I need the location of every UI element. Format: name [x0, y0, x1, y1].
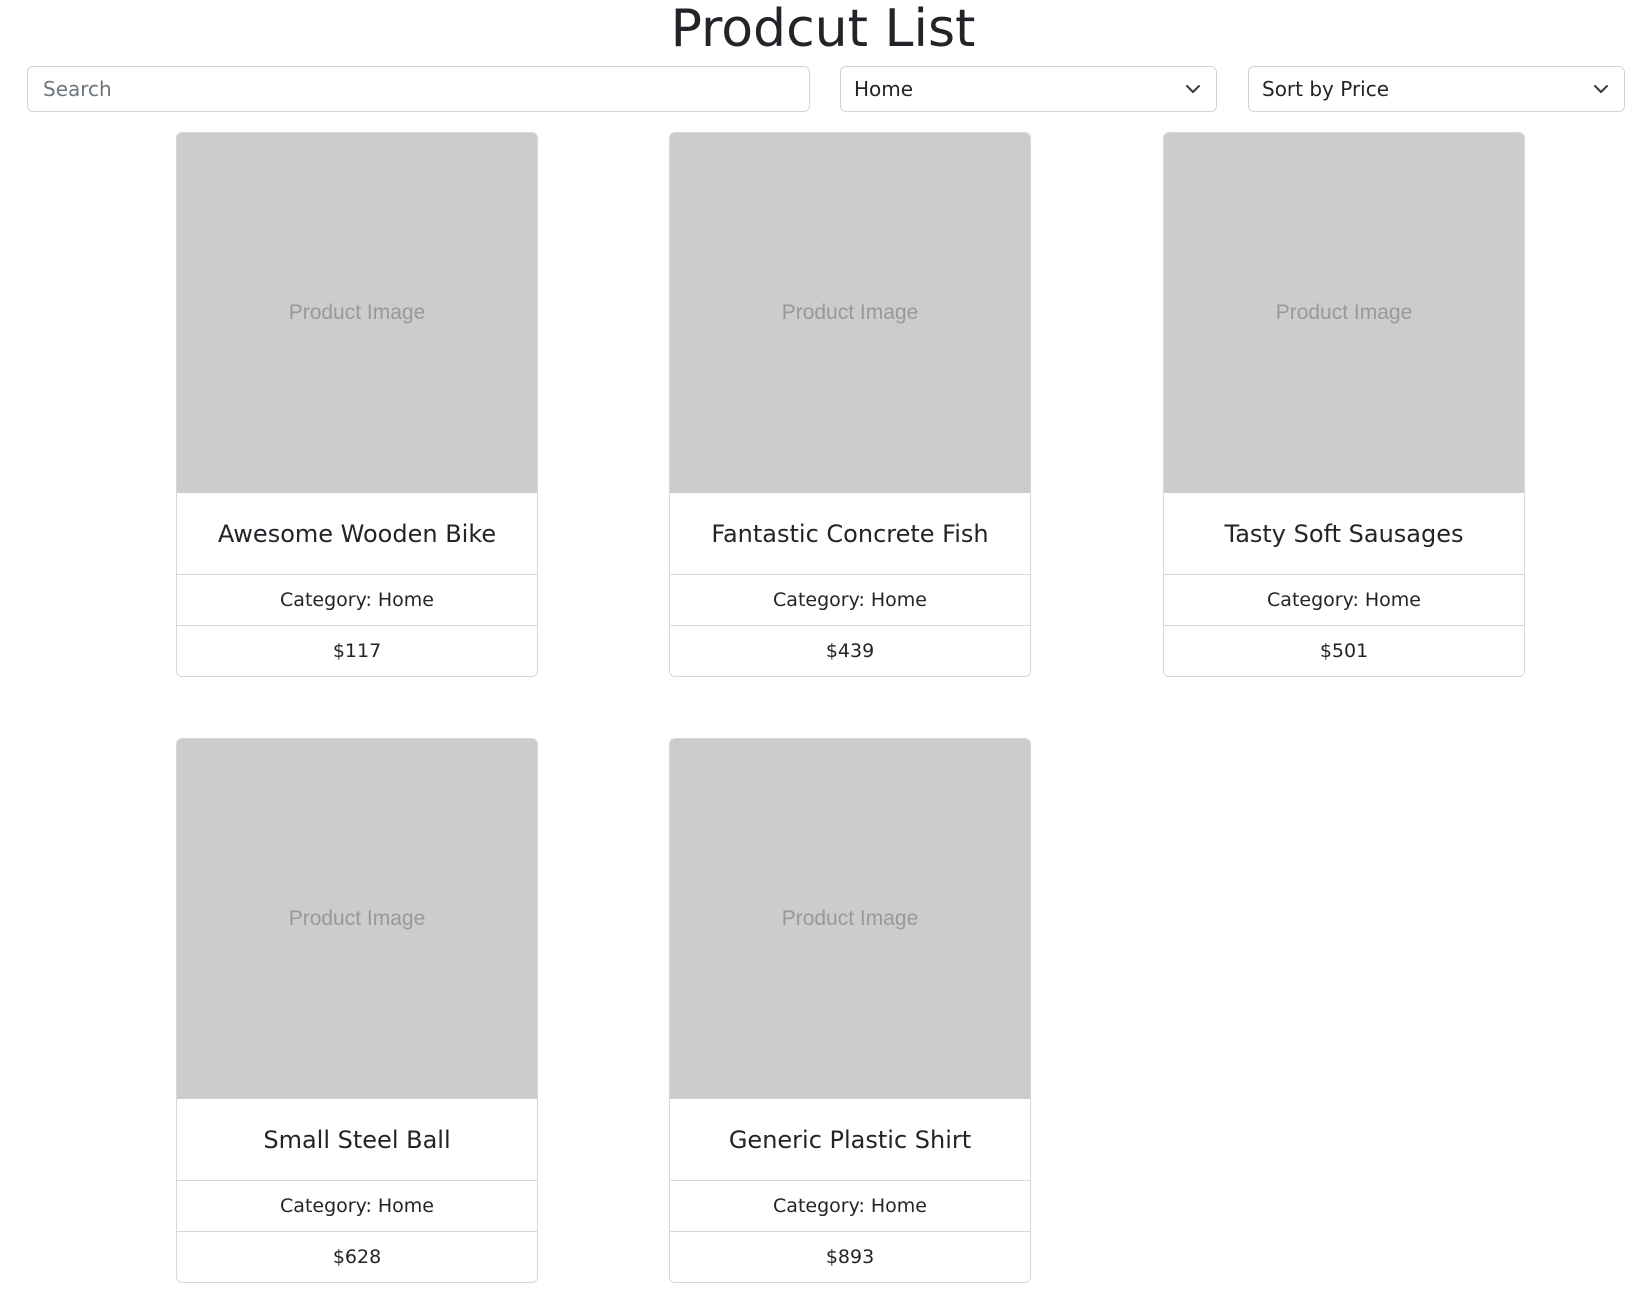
- product-price: $893: [825, 1246, 875, 1268]
- category-label: Category:: [280, 1195, 372, 1217]
- sort-select-value: Sort by Price: [1262, 77, 1390, 101]
- product-name: Fantastic Concrete Fish: [670, 493, 1030, 575]
- category-select-value: Home: [854, 77, 914, 101]
- product-price: $501: [1319, 640, 1369, 662]
- category-value: Home: [870, 1195, 927, 1217]
- product-price: $628: [332, 1246, 382, 1268]
- product-card[interactable]: Product Image Generic Plastic Shirt Cate…: [669, 738, 1031, 1283]
- product-name: Small Steel Ball: [177, 1099, 537, 1181]
- product-name: Awesome Wooden Bike: [177, 493, 537, 575]
- chevron-down-icon: [1591, 79, 1611, 99]
- product-image: Product Image: [177, 133, 537, 493]
- product-name: Generic Plastic Shirt: [670, 1099, 1030, 1181]
- product-price: $439: [825, 640, 875, 662]
- product-card[interactable]: Product Image Fantastic Concrete Fish Ca…: [669, 132, 1031, 677]
- category-value: Home: [870, 589, 927, 611]
- product-category: Category: Home: [1164, 575, 1524, 626]
- category-value: Home: [1364, 589, 1421, 611]
- product-category: Category: Home: [177, 575, 537, 626]
- product-card[interactable]: Product Image Awesome Wooden Bike Catego…: [176, 132, 538, 677]
- product-image: Product Image: [177, 739, 537, 1099]
- product-category: Category: Home: [670, 1181, 1030, 1232]
- product-category: Category: Home: [670, 575, 1030, 626]
- category-label: Category:: [773, 589, 865, 611]
- category-select[interactable]: Home: [840, 66, 1217, 112]
- product-price: $117: [332, 640, 382, 662]
- product-name: Tasty Soft Sausages: [1164, 493, 1524, 575]
- category-label: Category:: [280, 589, 372, 611]
- category-value: Home: [377, 589, 434, 611]
- sort-select[interactable]: Sort by Price: [1248, 66, 1625, 112]
- category-value: Home: [377, 1195, 434, 1217]
- page-title: Prodcut List: [670, 0, 976, 59]
- product-image: Product Image: [670, 739, 1030, 1099]
- product-image: Product Image: [670, 133, 1030, 493]
- search-input[interactable]: [27, 66, 810, 112]
- product-card[interactable]: Product Image Tasty Soft Sausages Catego…: [1163, 132, 1525, 677]
- category-label: Category:: [773, 1195, 865, 1217]
- product-category: Category: Home: [177, 1181, 537, 1232]
- category-label: Category:: [1267, 589, 1359, 611]
- chevron-down-icon: [1183, 79, 1203, 99]
- product-card[interactable]: Product Image Small Steel Ball Category:…: [176, 738, 538, 1283]
- product-image: Product Image: [1164, 133, 1524, 493]
